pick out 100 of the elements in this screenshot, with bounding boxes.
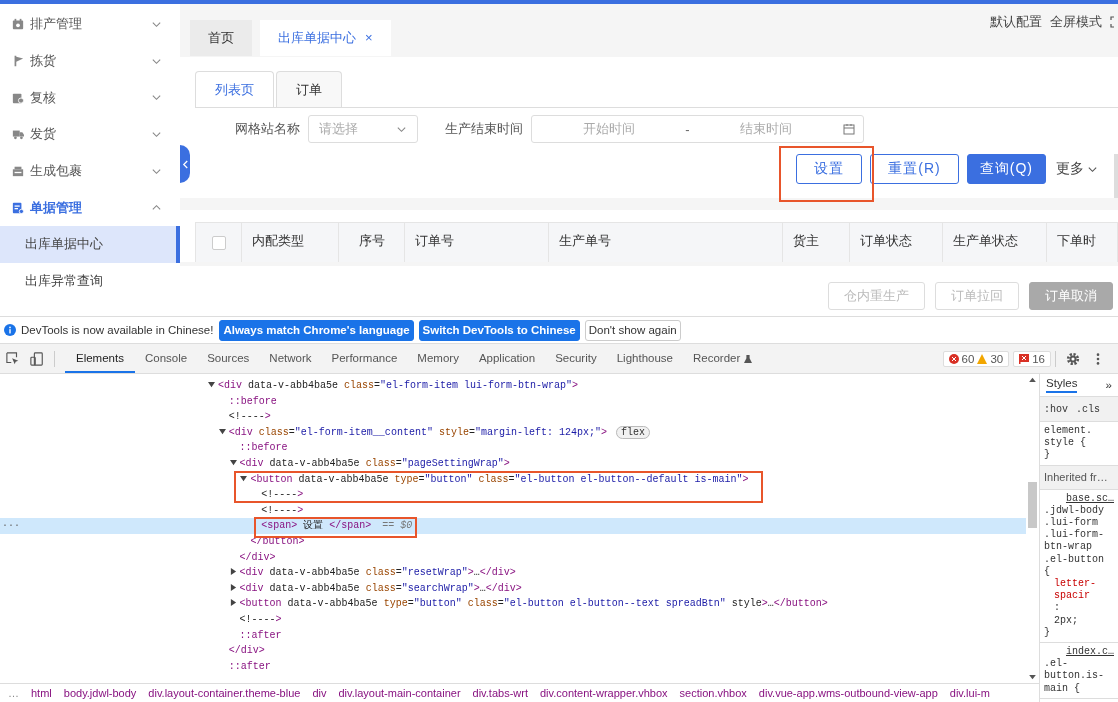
dom-node[interactable]: <div data-v-abb4ba5e class="pageSettingWrap"> bbox=[0, 455, 1027, 472]
devtools-tab[interactable]: Application bbox=[468, 344, 546, 373]
sidebar-subitem[interactable]: 出库异常查询 bbox=[0, 262, 180, 300]
breadcrumb-item[interactable]: div.content-wrapper.vhbox bbox=[539, 687, 668, 699]
breadcrumb-item[interactable]: html bbox=[31, 687, 52, 699]
dom-node[interactable]: <button data-v-abb4ba5e type="button" class="el-button el-button--text spreadBtn" style>…</button> bbox=[0, 596, 1027, 612]
breadcrumb-item[interactable]: section.vhbox bbox=[679, 687, 747, 699]
source-link[interactable]: base.sc… bbox=[1044, 492, 1114, 505]
devtools-tab[interactable]: Elements bbox=[65, 344, 135, 373]
style-rule-text: element. bbox=[1044, 425, 1094, 437]
query-button[interactable]: 查询(Q) bbox=[966, 154, 1046, 184]
field-label: 生产结束时间 bbox=[445, 120, 523, 138]
column-header: 序号 bbox=[338, 223, 404, 262]
error-counter[interactable]: 60 30 bbox=[942, 350, 1010, 367]
devtools-tab[interactable]: Recorder bbox=[683, 344, 751, 373]
warning-count: 30 bbox=[990, 352, 1004, 365]
breadcrumb-item[interactable]: div.lui-m bbox=[949, 687, 990, 699]
settings-button[interactable]: 设置 bbox=[796, 154, 863, 184]
filter-toggle[interactable]: .cls bbox=[1076, 403, 1101, 415]
dom-node[interactable]: ::after bbox=[0, 658, 1027, 675]
sidebar-item[interactable]: 排产管理 bbox=[0, 6, 180, 43]
style-rule-text: .lui-form bbox=[1044, 517, 1100, 529]
dom-node[interactable]: <!----> bbox=[0, 502, 1027, 519]
column-header: 内配类型 bbox=[241, 223, 338, 262]
style-rule-text: spacir bbox=[1053, 590, 1092, 603]
page-tab[interactable]: 首页 bbox=[190, 20, 252, 56]
style-rule-text: : bbox=[1053, 602, 1062, 615]
dom-node[interactable]: <!----> bbox=[0, 611, 1027, 628]
sidebar-item[interactable]: 发货 bbox=[0, 116, 180, 153]
dom-node[interactable]: <!----> bbox=[0, 487, 1027, 503]
sidebar-item[interactable]: 复核 bbox=[0, 79, 180, 117]
error-count: 60 bbox=[961, 352, 975, 365]
style-rule-text: } bbox=[1044, 449, 1052, 462]
date-range-field[interactable]: 开始时间 - 结束时间 bbox=[531, 115, 864, 143]
filter-toggle[interactable]: :hov bbox=[1044, 403, 1069, 415]
infobar-button[interactable]: Always match Chrome's language bbox=[219, 319, 414, 341]
breadcrumb-item[interactable]: … bbox=[8, 687, 19, 699]
breadcrumb-item[interactable]: div.layout-main-container bbox=[338, 687, 461, 699]
dom-node[interactable]: <button data-v-abb4ba5e type="button" class="el-button el-button--default is-main"> bbox=[0, 471, 1027, 488]
style-rule-text: button.is- bbox=[1044, 670, 1106, 683]
dom-node[interactable]: <div data-v-abb4ba5e class="searchWrap">…</div> bbox=[0, 580, 1027, 597]
devtools-tab[interactable]: Performance bbox=[321, 344, 408, 373]
node-menu-dots[interactable]: ··· bbox=[2, 518, 20, 534]
column-header: 订单状态 bbox=[849, 223, 942, 262]
breadcrumb-item[interactable]: body.jdwl-body bbox=[63, 687, 137, 699]
infobar-button[interactable]: Don't show again bbox=[584, 319, 681, 341]
dom-node[interactable]: <!----> bbox=[0, 409, 1027, 425]
sidebar-subitem[interactable]: 出库单据中心 bbox=[0, 226, 180, 263]
style-rule-text: .lui-form- bbox=[1044, 529, 1106, 541]
style-rule-text: btn-wrap bbox=[1044, 541, 1094, 554]
dom-node[interactable]: </div> bbox=[0, 549, 1027, 566]
style-rule-text: } bbox=[1044, 626, 1052, 640]
source-link[interactable]: index.c… bbox=[1044, 646, 1114, 659]
header-link[interactable]: 全屏模式 bbox=[1050, 13, 1102, 31]
style-rule-text: 2px; bbox=[1053, 614, 1080, 627]
devtools-tab[interactable]: Network bbox=[259, 344, 322, 373]
breadcrumb-item[interactable]: div.vue-app.wms-outbound-view-app bbox=[758, 687, 938, 699]
style-rule-text: .el- bbox=[1044, 658, 1070, 670]
issue-count: 16 bbox=[1032, 352, 1045, 365]
flex-badge[interactable]: flex bbox=[616, 425, 650, 439]
column-header: 生产单号 bbox=[548, 223, 782, 262]
style-rule-text: style { bbox=[1044, 437, 1088, 449]
issues-counter[interactable]: 16 bbox=[1013, 350, 1051, 367]
more-tabs-button[interactable]: » bbox=[1105, 379, 1112, 391]
devtools-tab[interactable]: Sources bbox=[197, 344, 260, 373]
info-message: DevTools is now available in Chinese! bbox=[21, 324, 214, 336]
dom-node[interactable]: <div class="el-form-item__content" style="margin-left: 124px;"> flex bbox=[0, 424, 1027, 441]
header-link[interactable]: 默认配置 bbox=[990, 13, 1042, 31]
sidebar-item[interactable]: 生成包裹 bbox=[0, 152, 180, 190]
dom-node[interactable]: </div> bbox=[0, 643, 1027, 659]
style-rule-text: { bbox=[1044, 565, 1052, 579]
devtools-tab[interactable]: Security bbox=[545, 344, 607, 373]
sub-tab[interactable]: 列表页 bbox=[195, 71, 274, 107]
sidebar-item[interactable]: 拣货 bbox=[0, 42, 180, 80]
sidebar-item[interactable]: 单据管理 bbox=[0, 189, 180, 227]
devtools-tab[interactable]: Memory bbox=[407, 344, 469, 373]
style-rule-text: main { bbox=[1044, 682, 1082, 695]
dom-node[interactable]: <div data-v-abb4ba5e class="resetWrap">…</div> bbox=[0, 565, 1027, 581]
sub-tab[interactable]: 订单 bbox=[276, 71, 342, 107]
dom-node[interactable]: ::before bbox=[0, 393, 1027, 410]
column-header: 货主 bbox=[782, 223, 849, 262]
reset-button[interactable]: 重置(R) bbox=[870, 154, 959, 184]
devtools-tab[interactable]: Lighthouse bbox=[606, 344, 683, 373]
infobar-button[interactable]: Switch DevTools to Chinese bbox=[418, 319, 580, 341]
column-header: 下单时 bbox=[1046, 223, 1106, 262]
breadcrumb-item[interactable]: div.tabs-wrt bbox=[472, 687, 528, 699]
dom-node[interactable]: ::before bbox=[0, 440, 1027, 456]
close-tab-icon[interactable]: × bbox=[365, 30, 373, 45]
dom-node[interactable]: <div data-v-abb4ba5e class="el-form-item lui-form-btn-wrap"> bbox=[0, 378, 1027, 394]
dom-node[interactable]: ::after bbox=[0, 627, 1027, 644]
styles-tab[interactable]: Styles bbox=[1046, 377, 1078, 393]
devtools-tab[interactable]: Console bbox=[134, 344, 198, 373]
style-rule-text: letter- bbox=[1053, 578, 1098, 590]
column-header: 订单号 bbox=[404, 223, 548, 262]
dom-node[interactable]: ··· <span> 设置 </span> == $0 bbox=[0, 518, 1027, 534]
page-tab[interactable]: 出库单据中心 × bbox=[260, 20, 391, 56]
field-label: 网格站名称 bbox=[235, 120, 300, 138]
breadcrumb-item[interactable]: div bbox=[312, 687, 327, 699]
more-dropdown[interactable]: 更多 bbox=[1054, 160, 1098, 178]
breadcrumb-item[interactable]: div.layout-container.theme-blue bbox=[148, 687, 301, 699]
